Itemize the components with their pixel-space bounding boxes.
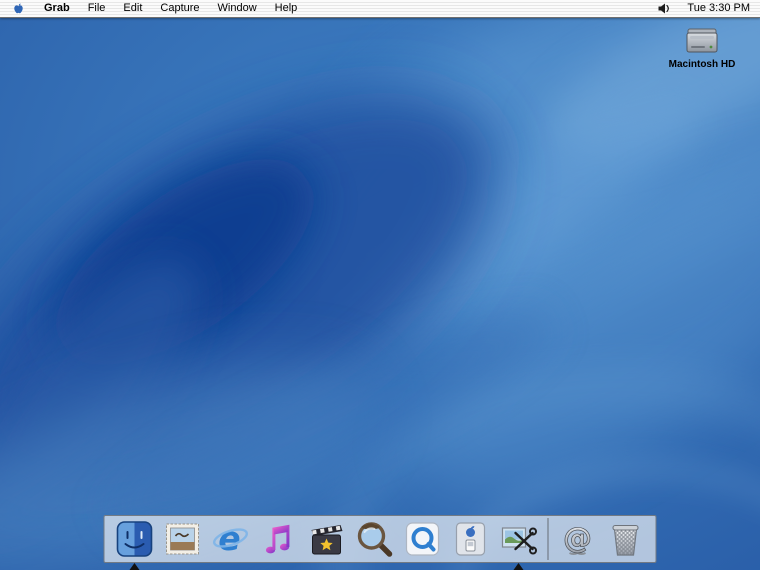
menu-grab[interactable]: Grab — [35, 0, 79, 17]
dock-item-mail[interactable] — [160, 518, 206, 560]
dock-item-grab[interactable] — [496, 518, 542, 560]
menu-edit[interactable]: Edit — [114, 0, 151, 17]
internet-explorer-icon: e — [211, 519, 251, 559]
menu-file[interactable]: File — [79, 0, 115, 17]
grab-icon — [499, 519, 539, 559]
svg-text:e: e — [218, 519, 240, 558]
svg-text:@: @ — [563, 521, 592, 555]
imovie-icon — [307, 519, 347, 559]
dock-separator — [548, 518, 549, 560]
dock-item-trash[interactable] — [603, 518, 649, 560]
menu-bar-right: Tue 3:30 PM — [646, 0, 760, 17]
menu-bar-clock[interactable]: Tue 3:30 PM — [683, 0, 760, 17]
speaker-icon — [658, 3, 671, 14]
running-indicator — [514, 563, 524, 570]
dock-item-itunes[interactable] — [256, 518, 302, 560]
desktop-icon-macintosh-hd[interactable]: Macintosh HD — [656, 26, 748, 70]
dock-item-quicktime-player[interactable] — [400, 518, 446, 560]
mail-stamp-icon — [163, 519, 203, 559]
at-sign-web-link-icon: @ — [558, 519, 598, 559]
dock-item-sherlock[interactable] — [352, 518, 398, 560]
sherlock-icon — [355, 519, 395, 559]
volume-menu-extra[interactable] — [646, 3, 683, 14]
trash-icon — [606, 519, 646, 559]
apple-menu[interactable] — [0, 2, 35, 16]
dock-item-mac-os-x-web-link[interactable]: @ — [555, 518, 601, 560]
running-indicator — [130, 563, 140, 570]
dock: e — [104, 515, 657, 563]
hard-disk-icon — [683, 26, 721, 58]
system-preferences-icon — [451, 519, 491, 559]
dock-item-finder[interactable] — [112, 518, 158, 560]
quicktime-icon — [403, 519, 443, 559]
dock-item-imovie[interactable] — [304, 518, 350, 560]
menu-bar: Grab File Edit Capture Window Help Tue 3… — [0, 0, 760, 18]
desktop-icon-label: Macintosh HD — [669, 59, 736, 70]
screen: Grab File Edit Capture Window Help Tue 3… — [0, 0, 760, 570]
menu-window[interactable]: Window — [209, 0, 266, 17]
dock-item-system-preferences[interactable] — [448, 518, 494, 560]
apple-logo-icon — [12, 2, 25, 16]
aqua-swirl-wallpaper — [0, 0, 760, 570]
dock-item-internet-explorer[interactable]: e — [208, 518, 254, 560]
itunes-icon — [259, 519, 299, 559]
menu-capture[interactable]: Capture — [151, 0, 208, 17]
menu-help[interactable]: Help — [266, 0, 307, 17]
finder-icon — [115, 519, 155, 559]
